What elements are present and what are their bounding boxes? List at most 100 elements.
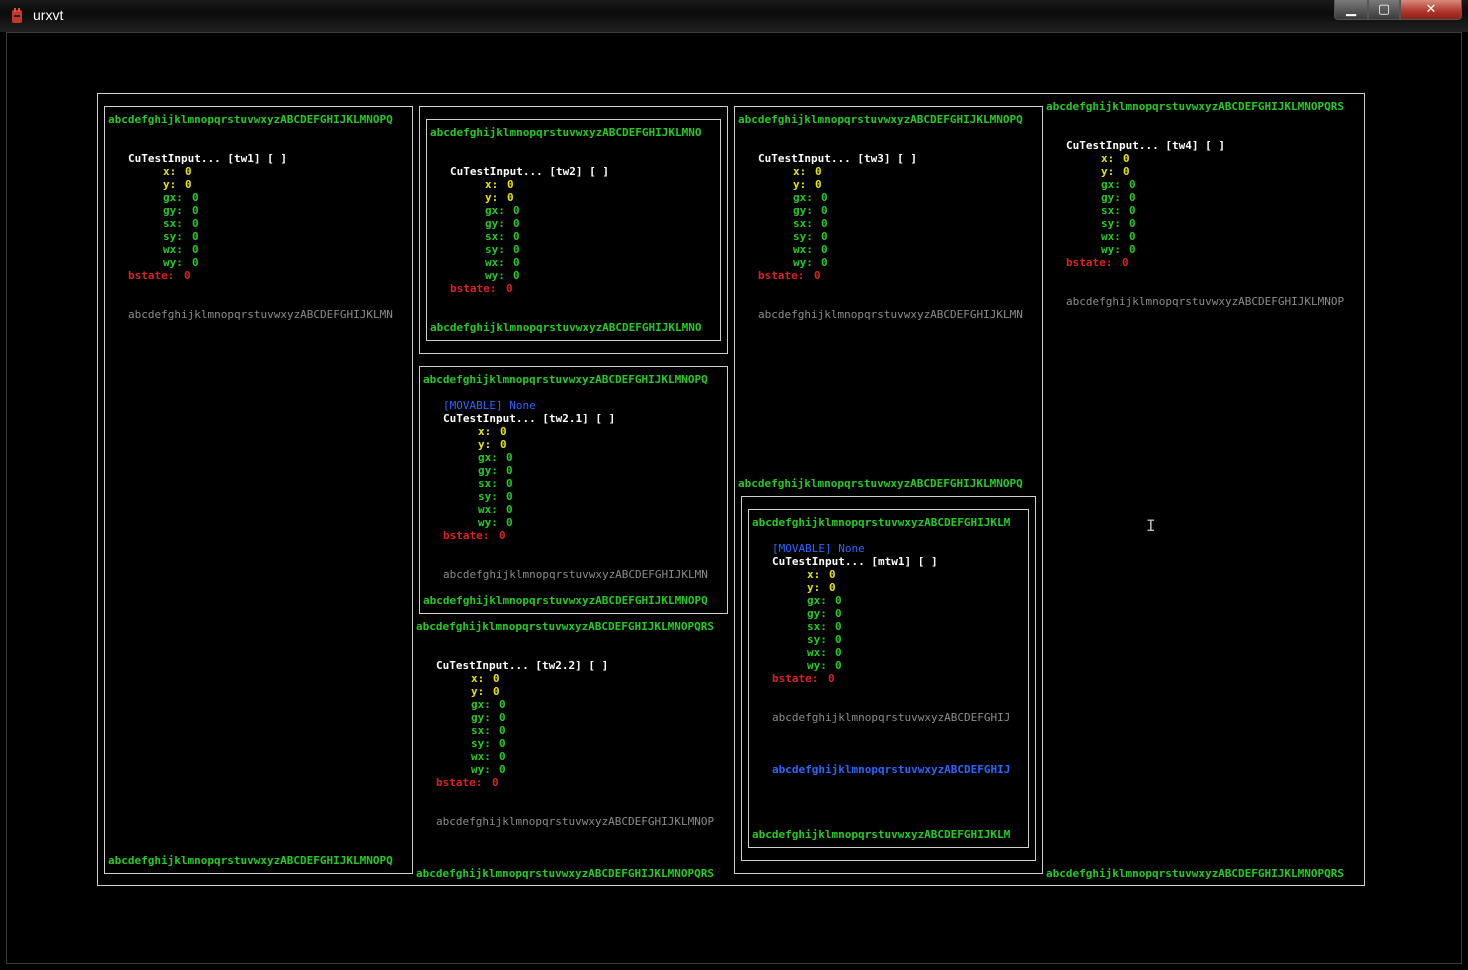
- tw1-gray-text: abcdefghijklmnopqrstuvwxyzABCDEFGHIJKLMN: [128, 308, 393, 321]
- tw21-gy-label: gy:: [478, 464, 498, 477]
- tw2-header[interactable]: CuTestInput... [tw2] [ ]: [450, 165, 609, 178]
- tw1-gy-label: gy:: [163, 204, 183, 217]
- tw4-bstate-label: bstate:: [1066, 256, 1113, 269]
- tw22-sy-label: sy:: [471, 737, 491, 750]
- tw2-y-label: y:: [485, 191, 499, 204]
- mtw1-gy-label: gy:: [807, 607, 827, 620]
- tw1-gx-value: 0: [192, 191, 199, 204]
- tw4-sy-label: sy:: [1101, 217, 1121, 230]
- tw22-gray-text: abcdefghijklmnopqrstuvwxyzABCDEFGHIJKLMN…: [436, 815, 715, 828]
- mtw1-wy-label: wy:: [807, 659, 827, 672]
- tw4-y-value: 0: [1123, 165, 1130, 178]
- tw22-sy-value: 0: [499, 737, 506, 750]
- tw21-wy-value: 0: [506, 516, 513, 529]
- tw4-sx-value: 0: [1129, 204, 1136, 217]
- tw21-sx-value: 0: [506, 477, 513, 490]
- tw2-x-label: x:: [485, 178, 499, 191]
- tw21-gray-text: abcdefghijklmnopqrstuvwxyzABCDEFGHIJKLMN: [443, 568, 708, 581]
- tw4-gy-value: 0: [1129, 191, 1136, 204]
- tw3-sy-label: sy:: [793, 230, 813, 243]
- tw21-sy-value: 0: [506, 490, 513, 503]
- tw3-gx-label: gx:: [793, 191, 813, 204]
- tw1-gx-label: gx:: [163, 191, 183, 204]
- tw2-gy-label: gy:: [485, 217, 505, 230]
- tw4-wx-value: 0: [1129, 230, 1136, 243]
- tw22-header[interactable]: CuTestInput... [tw2.2] [ ]: [436, 659, 608, 672]
- tw4-sx-label: sx:: [1101, 204, 1121, 217]
- mtw1-blue-text: abcdefghijklmnopqrstuvwxyzABCDEFGHIJ: [772, 763, 1011, 776]
- tw21-wx-label: wx:: [478, 503, 498, 516]
- tw21-wy-label: wy:: [478, 516, 498, 529]
- tw2-inner-box: [426, 119, 721, 341]
- tw21-header[interactable]: CuTestInput... [tw2.1] [ ]: [443, 412, 615, 425]
- mtw1-bottom-label: abcdefghijklmnopqrstuvwxyzABCDEFGHIJKLM: [752, 828, 1011, 841]
- terminal-app-icon: [12, 8, 22, 23]
- tw22-bstate-value: 0: [492, 776, 499, 789]
- window-title: urxvt: [33, 7, 64, 23]
- tw1-bottom-label: abcdefghijklmnopqrstuvwxyzABCDEFGHIJKLMN…: [108, 854, 393, 867]
- tw1-x-label: x:: [163, 165, 177, 178]
- tw3-gy-label: gy:: [793, 204, 813, 217]
- tw22-sx-value: 0: [499, 724, 506, 737]
- tw4-top-label: abcdefghijklmnopqrstuvwxyzABCDEFGHIJKLMN…: [1046, 100, 1345, 113]
- tw21-bstate-value: 0: [499, 529, 506, 542]
- mtw1-bstate-value: 0: [828, 672, 835, 685]
- tw4-sy-value: 0: [1129, 217, 1136, 230]
- mtw1-wy-value: 0: [835, 659, 842, 672]
- mtw1-gx-value: 0: [835, 594, 842, 607]
- mtw1-bstate-label: bstate:: [772, 672, 819, 685]
- tw4-gy-label: gy:: [1101, 191, 1121, 204]
- tw22-gy-label: gy:: [471, 711, 491, 724]
- tw2-top-label: abcdefghijklmnopqrstuvwxyzABCDEFGHIJKLMN…: [430, 126, 702, 139]
- tw2-gx-value: 0: [513, 204, 520, 217]
- tw3-header[interactable]: CuTestInput... [tw3] [ ]: [758, 152, 917, 165]
- tw21-movable-label: [MOVABLE] None: [443, 399, 536, 412]
- tw2-sy-value: 0: [513, 243, 520, 256]
- tw22-wy-value: 0: [499, 763, 506, 776]
- tw22-gx-value: 0: [499, 698, 506, 711]
- tw3-y-value: 0: [815, 178, 822, 191]
- mtw1-x-value: 0: [829, 568, 836, 581]
- tw21-x-value: 0: [500, 425, 507, 438]
- tw2-wx-label: wx:: [485, 256, 505, 269]
- maximize-button[interactable]: ▢: [1368, 0, 1400, 20]
- tw21-gy-value: 0: [506, 464, 513, 477]
- mtw1-sy-value: 0: [835, 633, 842, 646]
- close-button[interactable]: ✕: [1400, 0, 1462, 20]
- tw4-header[interactable]: CuTestInput... [tw4] [ ]: [1066, 139, 1225, 152]
- mtw1-wx-value: 0: [835, 646, 842, 659]
- tw3-y-label: y:: [793, 178, 807, 191]
- tw3-gx-value: 0: [821, 191, 828, 204]
- tw22-bstate-label: bstate:: [436, 776, 483, 789]
- tw1-y-value: 0: [185, 178, 192, 191]
- tw21-x-label: x:: [478, 425, 492, 438]
- ibeam-cursor-icon: I: [1146, 516, 1156, 535]
- minimize-button[interactable]: ▁: [1334, 0, 1368, 20]
- mtw1-header[interactable]: CuTestInput... [mtw1] [ ]: [772, 555, 938, 568]
- tw2-wy-value: 0: [513, 269, 520, 282]
- tw22-gx-label: gx:: [471, 698, 491, 711]
- tw1-sx-label: sx:: [163, 217, 183, 230]
- tw22-x-value: 0: [493, 672, 500, 685]
- tw21-y-value: 0: [500, 438, 507, 451]
- tw3-bstate-label: bstate:: [758, 269, 805, 282]
- tw21-gx-value: 0: [506, 451, 513, 464]
- tw1-bstate-label: bstate:: [128, 269, 175, 282]
- tw4-wy-label: wy:: [1101, 243, 1121, 256]
- tw1-bstate-value: 0: [184, 269, 191, 282]
- mtw1-gy-value: 0: [835, 607, 842, 620]
- window-titlebar[interactable]: urxvt ▁ ▢ ✕: [0, 0, 1468, 32]
- tw22-sx-label: sx:: [471, 724, 491, 737]
- tw22-wx-value: 0: [499, 750, 506, 763]
- tw3-x-label: x:: [793, 165, 807, 178]
- tw4-y-label: y:: [1101, 165, 1115, 178]
- tw1-header[interactable]: CuTestInput... [tw1] [ ]: [128, 152, 287, 165]
- tw2-x-value: 0: [507, 178, 514, 191]
- tw21-top-label: abcdefghijklmnopqrstuvwxyzABCDEFGHIJKLMN…: [423, 373, 708, 386]
- tw22-x-label: x:: [471, 672, 485, 685]
- mtw1-sx-value: 0: [835, 620, 842, 633]
- tw4-gray-text: abcdefghijklmnopqrstuvwxyzABCDEFGHIJKLMN…: [1066, 295, 1345, 308]
- tw3-sy-value: 0: [821, 230, 828, 243]
- tw2-gy-value: 0: [513, 217, 520, 230]
- mtw1-x-label: x:: [807, 568, 821, 581]
